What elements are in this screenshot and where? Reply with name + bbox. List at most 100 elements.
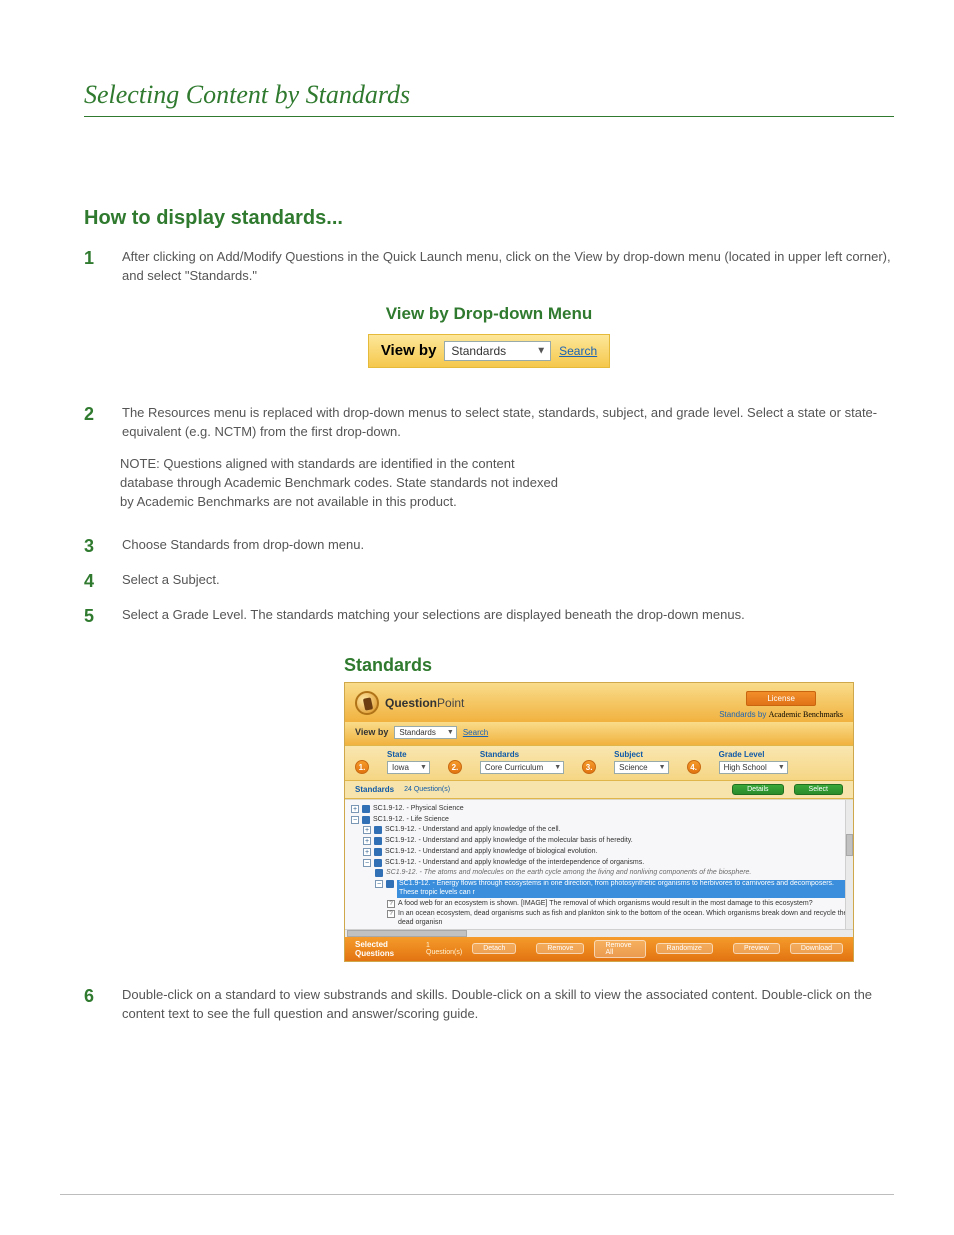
question-icon: ?	[387, 900, 395, 908]
step-text: Select a Grade Level. The standards matc…	[122, 606, 894, 627]
expand-icon[interactable]: +	[351, 805, 359, 813]
standards-select[interactable]: Core Curriculum ▼	[480, 761, 564, 774]
select-button[interactable]: Select	[794, 784, 843, 795]
view-by-label: View by	[355, 727, 388, 737]
view-by-label: View by	[381, 342, 437, 359]
expand-icon[interactable]: +	[363, 837, 371, 845]
tree-item[interactable]: SC1.9-12. - Understand and apply knowled…	[385, 848, 597, 857]
folder-icon	[362, 816, 370, 824]
page-title: Selecting Content by Standards	[84, 80, 894, 117]
tree-item[interactable]: SC1.9-12. - Physical Science	[373, 805, 464, 814]
step-text: Double-click on a standard to view subst…	[122, 986, 894, 1024]
standards-tree: +SC1.9-12. - Physical Science −SC1.9-12.…	[345, 799, 853, 929]
tree-item[interactable]: SC1.9-12. - Understand and apply knowled…	[385, 837, 633, 846]
remove-all-button[interactable]: Remove All	[594, 940, 645, 958]
view-by-select[interactable]: Standards ▼	[444, 341, 551, 361]
chevron-down-icon: ▼	[536, 345, 546, 356]
folder-icon	[374, 826, 382, 834]
tree-item[interactable]: SC1.9-12. - Understand and apply knowled…	[385, 859, 644, 868]
step-text: Select a Subject.	[122, 571, 894, 592]
brand-icon	[355, 691, 379, 715]
badge-3: 3.	[582, 760, 596, 774]
footer-rule	[60, 1194, 894, 1195]
remove-button[interactable]: Remove	[536, 943, 584, 954]
how-to-heading: How to display standards...	[84, 207, 894, 230]
selected-questions-label: Selected Questions	[355, 940, 416, 958]
academic-benchmarks: Academic Benchmarks	[769, 710, 843, 719]
state-select[interactable]: Iowa ▼	[387, 761, 430, 774]
dropdown-figure-caption: View by Drop-down Menu	[84, 304, 894, 324]
folder-icon	[374, 859, 382, 867]
horizontal-scrollbar[interactable]	[345, 929, 853, 937]
randomize-button[interactable]: Randomize	[656, 943, 713, 954]
chevron-down-icon: ▼	[778, 764, 785, 771]
standards-label: Standards	[355, 785, 394, 794]
details-button[interactable]: Details	[732, 784, 783, 795]
standards-app: QuestionPoint License Standards by Acade…	[344, 682, 854, 962]
step-text: Choose Standards from drop-down menu.	[122, 536, 894, 557]
standards-header: Standards	[480, 750, 564, 759]
grade-value: High School	[724, 763, 767, 772]
chevron-down-icon: ▼	[447, 729, 454, 736]
folder-icon	[375, 869, 383, 877]
folder-icon	[386, 880, 394, 888]
standards-figure-caption: Standards	[344, 655, 894, 676]
chevron-down-icon: ▼	[420, 764, 427, 771]
view-by-dropdown: View by Standards ▼ Search	[368, 334, 610, 368]
subject-select[interactable]: Science ▼	[614, 761, 668, 774]
note-text: NOTE: Questions aligned with standards a…	[120, 455, 560, 512]
collapse-icon[interactable]: −	[363, 859, 371, 867]
collapse-icon[interactable]: −	[351, 816, 359, 824]
license-button[interactable]: License	[746, 691, 816, 706]
tree-item[interactable]: SC1.9-12. - Understand and apply knowled…	[385, 826, 561, 835]
badge-2: 2.	[448, 760, 462, 774]
chevron-down-icon: ▼	[554, 764, 561, 771]
grade-header: Grade Level	[719, 750, 788, 759]
standards-by-label: Standards by	[719, 710, 766, 719]
chevron-down-icon: ▼	[659, 764, 666, 771]
brand: QuestionPoint	[355, 691, 464, 715]
vertical-scrollbar[interactable]	[845, 800, 853, 929]
state-header: State	[387, 750, 430, 759]
expand-icon[interactable]: +	[363, 826, 371, 834]
search-link[interactable]: Search	[559, 344, 597, 358]
tree-item-selected[interactable]: SC1.9-12. - Energy flows through ecosyst…	[397, 880, 851, 898]
search-link[interactable]: Search	[463, 728, 488, 737]
grade-select[interactable]: High School ▼	[719, 761, 788, 774]
selected-questions-count: 1 Question(s)	[426, 942, 462, 956]
expand-icon[interactable]: +	[363, 848, 371, 856]
tree-item[interactable]: In an ocean ecosystem, dead organisms su…	[398, 910, 851, 928]
collapse-icon[interactable]: −	[375, 880, 383, 888]
step-text: After clicking on Add/Modify Questions i…	[122, 248, 894, 286]
download-button[interactable]: Download	[790, 943, 843, 954]
folder-icon	[362, 805, 370, 813]
brand-b: Point	[437, 696, 464, 710]
badge-1: 1.	[355, 760, 369, 774]
step-number: 4	[84, 571, 102, 592]
preview-button[interactable]: Preview	[733, 943, 780, 954]
question-icon: ?	[387, 910, 395, 918]
scrollbar-thumb[interactable]	[846, 834, 853, 856]
view-by-select[interactable]: Standards ▼	[394, 726, 456, 739]
view-by-value: Standards	[399, 728, 435, 737]
state-value: Iowa	[392, 763, 409, 772]
standards-count: 24 Question(s)	[404, 786, 450, 793]
step-number: 1	[84, 248, 102, 286]
badge-4: 4.	[687, 760, 701, 774]
folder-icon	[374, 837, 382, 845]
step-number: 6	[84, 986, 102, 1024]
step-number: 2	[84, 404, 102, 442]
detach-button[interactable]: Detach	[472, 943, 516, 954]
standards-value: Core Curriculum	[485, 763, 543, 772]
subject-value: Science	[619, 763, 647, 772]
subject-header: Subject	[614, 750, 668, 759]
step-number: 3	[84, 536, 102, 557]
tree-item[interactable]: A food web for an ecosystem is shown. [I…	[398, 900, 813, 909]
step-text: The Resources menu is replaced with drop…	[122, 404, 894, 442]
scrollbar-thumb[interactable]	[347, 930, 467, 937]
tree-item[interactable]: SC1.9-12. - Life Science	[373, 816, 449, 825]
folder-icon	[374, 848, 382, 856]
step-number: 5	[84, 606, 102, 627]
tree-item[interactable]: SC1.9-12. - The atoms and molecules on t…	[386, 869, 751, 878]
view-by-value: Standards	[451, 344, 506, 358]
